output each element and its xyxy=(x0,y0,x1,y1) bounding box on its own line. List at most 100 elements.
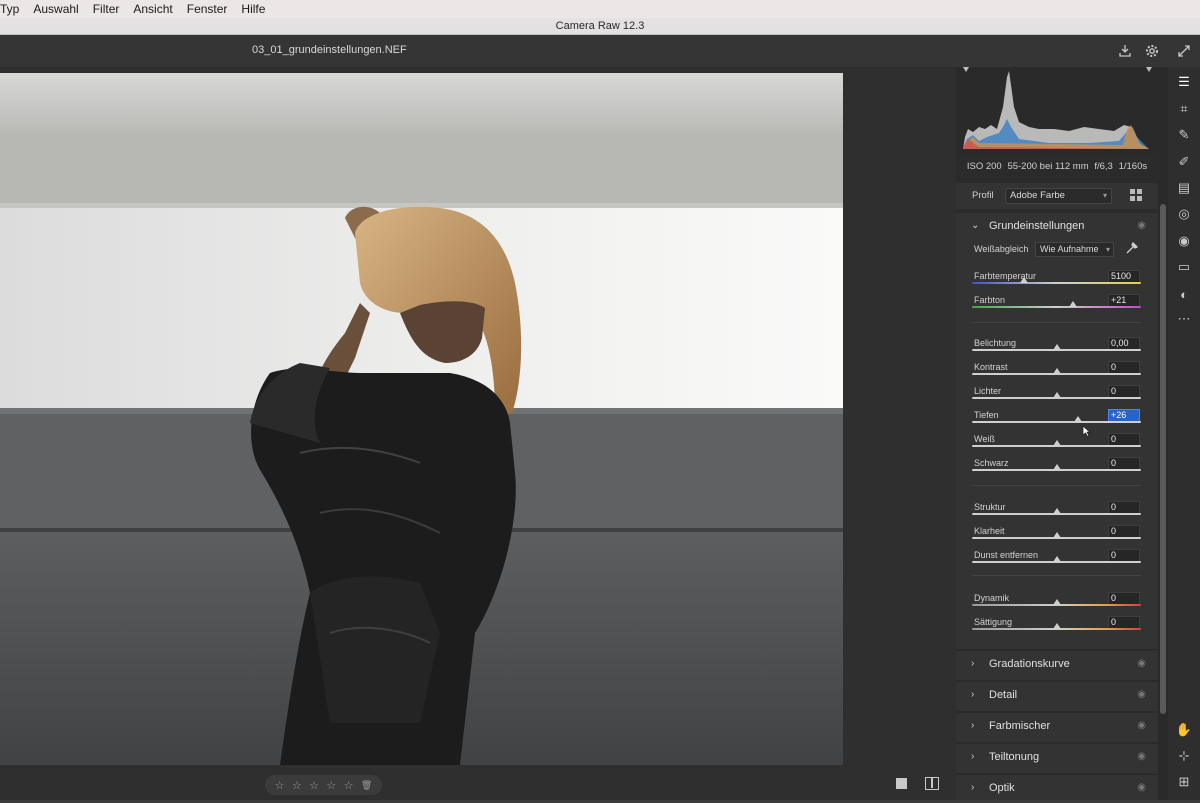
brush-icon[interactable]: ✐ xyxy=(1175,153,1193,171)
presets-icon[interactable]: ◐ xyxy=(1175,285,1193,303)
section-optik[interactable]: › Optik ◉ xyxy=(956,775,1158,800)
photo-preview[interactable] xyxy=(0,73,843,765)
eye-icon[interactable]: ◉ xyxy=(1137,658,1146,669)
slider-label-klarheit: Klarheit xyxy=(974,526,1005,536)
eye-icon[interactable]: ◉ xyxy=(1137,720,1146,731)
fullscreen-icon[interactable] xyxy=(1175,42,1193,60)
save-icon[interactable] xyxy=(1116,42,1134,60)
eye-icon[interactable]: ◉ xyxy=(1137,220,1146,231)
panel-divider xyxy=(972,485,1141,486)
panel-divider xyxy=(972,322,1141,323)
chevron-down-icon: ▾ xyxy=(1102,191,1107,200)
section-gradationskurve[interactable]: › Gradationskurve ◉ xyxy=(956,651,1158,680)
exif-info: ISO 200 55-200 bei 112 mm f/6,3 1/160s xyxy=(956,155,1158,177)
profile-browser-icon[interactable] xyxy=(1130,189,1142,201)
section-title: Optik xyxy=(989,782,1015,794)
section-teiltonung[interactable]: › Teiltonung ◉ xyxy=(956,744,1158,773)
section-detail[interactable]: › Detail ◉ xyxy=(956,682,1158,711)
menu-typ[interactable]: Typ xyxy=(0,0,26,18)
star-icon[interactable]: ☆ xyxy=(326,779,336,792)
adjustment-panel: ISO 200 55-200 bei 112 mm f/6,3 1/160s P… xyxy=(956,67,1158,800)
before-after-icon[interactable] xyxy=(925,777,939,790)
scrollbar-thumb[interactable] xyxy=(1160,204,1166,714)
profile-row: Profil Adobe Farbe ▾ xyxy=(956,183,1158,209)
section-farbmischer[interactable]: › Farbmischer ◉ xyxy=(956,713,1158,742)
wb-label: Weißabgleich xyxy=(974,244,1029,254)
panel-scrollbar[interactable] xyxy=(1158,67,1168,800)
menu-filter[interactable]: Filter xyxy=(86,0,127,18)
star-icon[interactable]: ☆ xyxy=(292,779,302,792)
chevron-right-icon: › xyxy=(971,751,975,762)
slider-thumb-tiefen[interactable] xyxy=(1074,416,1083,422)
image-canvas[interactable] xyxy=(0,67,956,770)
profile-select[interactable]: Adobe Farbe ▾ xyxy=(1005,188,1112,204)
eye-icon[interactable]: ◉ xyxy=(1137,782,1146,793)
gradationskurve-header[interactable]: › Gradationskurve ◉ xyxy=(956,651,1158,679)
eye-icon[interactable]: ◉ xyxy=(1137,751,1146,762)
slider-thumb-klarheit[interactable] xyxy=(1052,532,1061,538)
chevron-right-icon: › xyxy=(971,782,975,793)
slider-track-farbtemperatur[interactable] xyxy=(972,282,1141,284)
eyedropper-icon[interactable] xyxy=(1125,241,1139,255)
top-toolbar: 03_01_grundeinstellungen.NEF xyxy=(0,35,1200,67)
tool-strip: ☰ ⌗ ✎ ✐ ▤ ◎ ◉ ▭ ◐ ⋯ ✋ ⊹ ⊞ xyxy=(1168,67,1200,800)
redeye-icon[interactable]: ◉ xyxy=(1175,232,1193,250)
slider-thumb-lichter[interactable] xyxy=(1052,392,1061,398)
star-icon[interactable]: ☆ xyxy=(309,779,319,792)
white-balance-select[interactable]: Wie Aufnahme ▾ xyxy=(1035,242,1114,257)
slider-thumb-kontrast[interactable] xyxy=(1052,368,1061,374)
menu-hilfe[interactable]: Hilfe xyxy=(234,0,272,18)
star-icon[interactable]: ☆ xyxy=(344,779,354,792)
single-view-icon[interactable] xyxy=(896,778,907,789)
gear-icon[interactable] xyxy=(1143,42,1161,60)
slider-track-tiefen[interactable] xyxy=(972,421,1141,423)
basic-panel: ⌄ Grundeinstellungen ◉ Weißabgleich Wie … xyxy=(956,213,1158,649)
slider-label-struktur: Struktur xyxy=(974,502,1006,512)
basic-header[interactable]: ⌄ Grundeinstellungen ◉ xyxy=(956,213,1158,241)
slider-thumb-dynamik[interactable] xyxy=(1052,599,1061,605)
gradient-icon[interactable]: ▤ xyxy=(1175,179,1193,197)
slider-thumb-weiß[interactable] xyxy=(1052,440,1061,446)
sampler-icon[interactable]: ⊹ xyxy=(1175,747,1193,765)
slider-thumb-dunst-entfernen[interactable] xyxy=(1052,556,1061,562)
slider-thumb-farbton[interactable] xyxy=(1069,301,1078,307)
slider-label-schwarz: Schwarz xyxy=(974,458,1009,468)
star-rating[interactable]: ☆ ☆ ☆ ☆ ☆ 🗑 xyxy=(265,775,382,795)
star-icon[interactable]: ☆ xyxy=(275,779,285,792)
farbmischer-header[interactable]: › Farbmischer ◉ xyxy=(956,713,1158,741)
slider-thumb-belichtung[interactable] xyxy=(1052,344,1061,350)
exif-iso: ISO 200 xyxy=(966,160,1002,172)
panel-divider xyxy=(972,575,1141,576)
exif-lens: 55-200 bei 112 mm xyxy=(1007,160,1089,172)
bottom-bar: ☆ ☆ ☆ ☆ ☆ 🗑 xyxy=(0,768,956,800)
chevron-down-icon: ⌄ xyxy=(971,220,980,231)
wb-value: Wie Aufnahme xyxy=(1040,244,1099,254)
slider-track-farbton[interactable] xyxy=(972,306,1141,308)
grid-icon[interactable]: ⊞ xyxy=(1175,773,1193,791)
teiltonung-header[interactable]: › Teiltonung ◉ xyxy=(956,744,1158,772)
menu-auswahl[interactable]: Auswahl xyxy=(26,0,85,18)
healing-icon[interactable]: ✎ xyxy=(1175,126,1193,144)
edit-sliders-icon[interactable]: ☰ xyxy=(1175,73,1193,91)
hand-icon[interactable]: ✋ xyxy=(1175,721,1193,739)
slider-thumb-sättigung[interactable] xyxy=(1052,623,1061,629)
snapshots-icon[interactable]: ▭ xyxy=(1175,258,1193,276)
section-title: Teiltonung xyxy=(989,751,1040,763)
basic-title: Grundeinstellungen xyxy=(989,220,1085,232)
radial-icon[interactable]: ◎ xyxy=(1175,205,1193,223)
menu-bar: Typ Auswahl Filter Ansicht Fenster Hilfe xyxy=(0,0,1200,18)
trash-icon[interactable]: 🗑 xyxy=(361,780,372,791)
menu-ansicht[interactable]: Ansicht xyxy=(126,0,179,18)
eye-icon[interactable]: ◉ xyxy=(1137,689,1146,700)
slider-thumb-farbtemperatur[interactable] xyxy=(1020,277,1029,283)
mouse-cursor-icon xyxy=(1082,424,1092,438)
slider-label-lichter: Lichter xyxy=(974,386,1002,396)
slider-label-weiß: Weiß xyxy=(974,434,995,444)
slider-thumb-schwarz[interactable] xyxy=(1052,464,1061,470)
more-icon[interactable]: ⋯ xyxy=(1175,310,1193,328)
menu-fenster[interactable]: Fenster xyxy=(180,0,235,18)
optik-header[interactable]: › Optik ◉ xyxy=(956,775,1158,803)
slider-thumb-struktur[interactable] xyxy=(1052,508,1061,514)
detail-header[interactable]: › Detail ◉ xyxy=(956,682,1158,710)
crop-icon[interactable]: ⌗ xyxy=(1175,100,1193,118)
